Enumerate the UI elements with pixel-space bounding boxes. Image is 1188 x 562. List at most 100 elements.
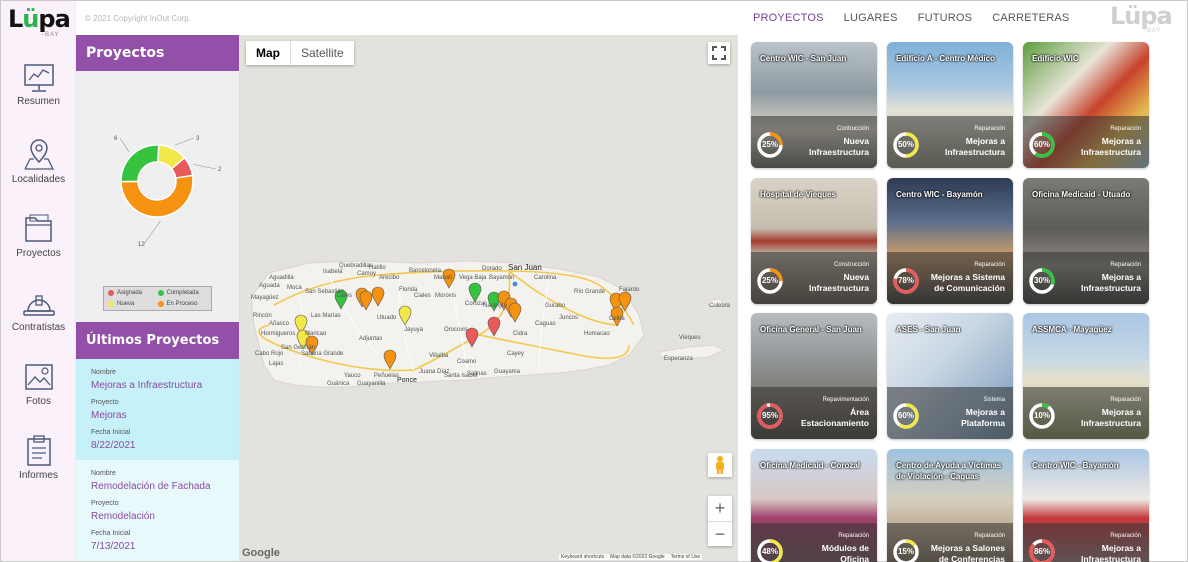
project-card[interactable]: Oficina Medicaid - Utuado Reparación Mej…	[1023, 177, 1149, 304]
zoom-out-button[interactable]: −	[708, 521, 732, 546]
progress-ring: 25%	[756, 131, 784, 159]
topnav-proyectos[interactable]: PROYECTOS	[753, 12, 824, 24]
project-card[interactable]: Centro WIC - San Juan Contrucción Nueva …	[751, 42, 877, 168]
brand-logo-right: Lüpa -BAY	[1110, 2, 1173, 34]
zoom-in-button[interactable]: +	[708, 496, 732, 521]
project-card[interactable]: ASSMCA - Mayagüez Reparación Mejoras a I…	[1023, 313, 1149, 439]
map-label-rio-grande: Río Grande	[574, 289, 606, 295]
project-card[interactable]: Hospital de Vieques Construcción Nueva I…	[751, 177, 877, 304]
progress-percent: 15%	[897, 546, 914, 556]
legend-swatch	[108, 290, 114, 297]
map-canvas[interactable]: San Juan Ponce Caguas Cayey Coamo Utuado…	[239, 35, 738, 561]
copyright-text: © 2021 Copyright InOut Corp.	[85, 14, 191, 23]
progress-ring: 78%	[892, 267, 920, 295]
map-label-humacao: Humacao	[584, 331, 610, 337]
map-label-manati: Manatí	[434, 275, 453, 281]
map-label-gurabo: Gurabo	[545, 303, 566, 309]
sidebar-item-resumen[interactable]: Resumen	[1, 63, 76, 107]
legend-item-asignada[interactable]: Asignada	[108, 289, 158, 298]
map-view[interactable]: San Juan Ponce Caguas Cayey Coamo Utuado…	[239, 35, 738, 561]
topnav-carreteras[interactable]: CARRETERAS	[992, 12, 1069, 24]
hard-hat-icon	[22, 295, 55, 316]
sidebar-item-label: Resumen	[17, 96, 60, 107]
legend-item-completada[interactable]: Completada	[157, 289, 208, 298]
map-label-ceiba: Ceiba	[609, 316, 625, 322]
donut-data-label: 3	[196, 136, 200, 142]
project-card-category: Reparación	[838, 532, 869, 539]
map-label-florida: Florida	[399, 287, 418, 293]
sidebar-item-proyectos[interactable]: Proyectos	[1, 213, 76, 259]
project-card-category: Reparación	[1110, 397, 1141, 403]
photo-icon	[24, 364, 53, 390]
project-card[interactable]: Edificio WIC Reparación Mejoras a Infrae…	[1023, 42, 1149, 168]
project-card-category: Sistema	[983, 397, 1005, 403]
progress-percent: 25%	[761, 275, 778, 285]
map-label-fajardo: Fajardo	[619, 287, 640, 293]
street-view-pegman-button[interactable]	[708, 453, 732, 477]
legend-item-en-proceso[interactable]: En Proceso	[157, 300, 208, 309]
project-card-type: Mejoras a Infraestructura	[1081, 407, 1141, 428]
pegman-icon	[716, 456, 724, 474]
map-label-vega-baja: Vega Baja	[459, 275, 487, 281]
donut-leader-line	[174, 137, 195, 146]
map-type-map-button[interactable]: Map	[246, 41, 290, 65]
app-logo[interactable]: Lüpa -BAY	[8, 7, 71, 38]
map-label-coamo: Coamo	[457, 359, 477, 365]
projects-panel: Proyectos	[76, 35, 239, 71]
project-card[interactable]: Oficina General - San Juan Repavimentaci…	[751, 313, 877, 439]
legend-item-nueva[interactable]: Nueva	[108, 300, 158, 309]
project-value: Remodelación	[91, 511, 155, 522]
latest-project-card[interactable]: Nombre Mejoras a Infraestructura Proyect…	[76, 359, 239, 460]
project-name: Mejoras a Infraestructura	[91, 380, 203, 391]
project-card[interactable]: Edificio A - Centro Médico Reparación Me…	[887, 42, 1013, 168]
sidebar-item-fotos[interactable]: Fotos	[1, 363, 76, 407]
project-card-type: Nueva Infraestructura	[809, 136, 869, 157]
sidebar-item-informes[interactable]: Informes	[1, 435, 76, 481]
donut-data-label: 12	[138, 242, 145, 248]
project-card-category: Reparación	[1110, 261, 1141, 268]
topnav-futuros[interactable]: FUTUROS	[918, 12, 973, 24]
project-card[interactable]: Centro WIC - Bayamón Reparación Mejoras …	[887, 177, 1013, 304]
project-name: Remodelación de Fachada	[91, 481, 211, 492]
map-label-aguadilla: Aguadilla	[269, 275, 294, 281]
latest-project-card[interactable]: Nombre Remodelación de Fachada Proyecto …	[76, 460, 239, 561]
project-card[interactable]: Centro WIC - Bayamón Reparación Mejoras …	[1023, 448, 1149, 562]
map-label-guanica: Guánica	[327, 381, 350, 387]
map-label-villalba: Villalba	[429, 353, 449, 359]
sidebar-item-contratistas[interactable]: Contratistas	[1, 289, 76, 333]
project-card[interactable]: Centro de Ayuda a Víctimas de Violación …	[887, 448, 1013, 562]
progress-percent: 30%	[1033, 275, 1050, 285]
project-card[interactable]: ASES - San Juan Sistema Mejoras a Plataf…	[887, 313, 1013, 439]
project-card-type: Nueva Infraestructura	[809, 271, 869, 293]
project-card-type: Mejoras a Infraestructura	[945, 136, 1005, 157]
map-label-isabela: Isabela	[323, 269, 343, 275]
fullscreen-button[interactable]	[708, 42, 730, 64]
terms-of-use-link[interactable]: Terms of Use	[671, 554, 700, 560]
project-card[interactable]: Oficina Medicaid - Corozal Reparación Mó…	[751, 448, 877, 562]
project-card-category: Contrucción	[836, 126, 869, 132]
chart-legend: Asignada Completada Nueva En Proceso	[103, 286, 212, 311]
sidebar-item-label: Proyectos	[16, 248, 61, 259]
keyboard-shortcuts-link[interactable]: Keyboard shortcuts	[561, 554, 604, 560]
sidebar-item-localidades[interactable]: Localidades	[1, 137, 76, 185]
project-card-type: Módulos de Oficina	[821, 542, 869, 562]
fullscreen-icon	[712, 46, 726, 60]
sidebar-item-label: Fotos	[25, 396, 51, 407]
map-pin-icon	[23, 139, 54, 170]
project-card-category: Repavimentación	[822, 397, 869, 403]
project-card-type: Área Estacionamiento	[800, 407, 869, 428]
zoom-control: + −	[708, 496, 732, 546]
map-label-esperanza: Esperanza	[664, 356, 693, 362]
map-label-utuado: Utuado	[377, 315, 397, 321]
map-label-barceloneta: Barceloneta	[409, 268, 442, 274]
map-type-satellite-button[interactable]: Satellite	[290, 41, 354, 65]
project-card-category: Reparación	[1110, 532, 1141, 539]
topnav-lugares[interactable]: LUGARES	[844, 12, 898, 24]
map-label-orocovis: Orocovis	[444, 327, 468, 333]
donut-leader-line	[119, 137, 130, 153]
map-label-san-sebastian: San Sebastián	[305, 289, 344, 295]
project-card-type: Mejoras a Infraestructura	[1081, 136, 1141, 157]
start-date: 8/22/2021	[91, 440, 136, 451]
donut-slice-completada[interactable]	[120, 144, 160, 183]
legend-swatch	[157, 290, 164, 297]
